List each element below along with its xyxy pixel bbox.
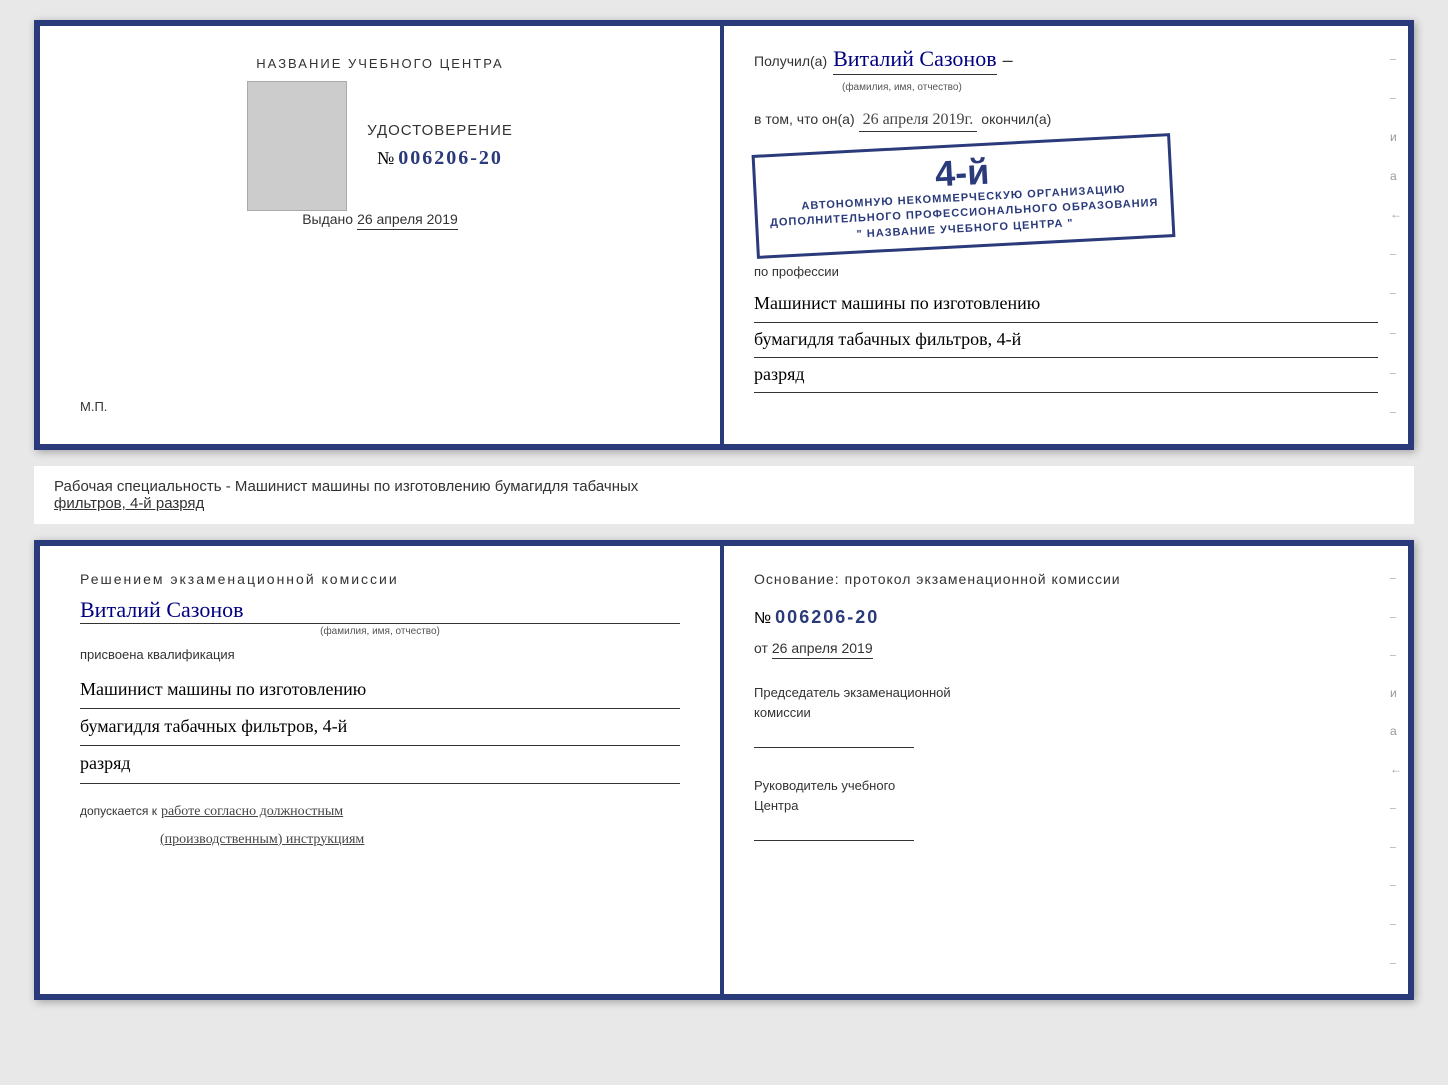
dopuskaetsya-text2: (производственным) инструкциям (160, 832, 364, 847)
profession-line2: бумагидля табачных фильтров, 4-й (754, 323, 1378, 358)
rukovoditel-label: Руководитель учебного Центра (754, 776, 1378, 815)
working-specialty-line2: фильтров, 4-й разряд (54, 495, 1394, 512)
stamp-container: 4-й АВТОНОМНУЮ НЕКОММЕРЧЕСКУЮ ОРГАНИЗАЦИ… (754, 144, 1378, 248)
specialty-text2: фильтров, 4-й разряд (54, 495, 204, 512)
cert-top-left: НАЗВАНИЕ УЧЕБНОГО ЦЕНТРА УДОСТОВЕРЕНИЕ №… (40, 26, 724, 444)
side-dashes-bottom: – – – и а ← – – – – – (1390, 546, 1402, 994)
qualification-text: Машинист машины по изготовлению бумагидл… (80, 672, 680, 784)
profession-text: Машинист машины по изготовлению бумагидл… (754, 287, 1378, 393)
resheniem-label: Решением экзаменационной комиссии (80, 571, 680, 587)
predsedatel-section: Председатель экзаменационной комиссии (754, 683, 1378, 748)
okonchil-suffix: окончил(а) (981, 111, 1051, 127)
poluchil-row: Получил(а) Виталий Сазонов – (754, 46, 1378, 75)
protocol-number: 006206-20 (775, 607, 879, 628)
training-center-label-top: НАЗВАНИЕ УЧЕБНОГО ЦЕНТРА (256, 56, 503, 71)
profession-line1: Машинист машины по изготовлению (754, 287, 1378, 322)
completion-date: 26 апреля 2019г. (859, 111, 978, 132)
number-prefix-bottom: № (754, 610, 771, 628)
cert-number-prefix: № (377, 148, 394, 169)
recipient-name-bottom: Виталий Сазонов (80, 597, 680, 623)
cert-number-section: УДОСТОВЕРЕНИЕ № 006206-20 (367, 122, 513, 170)
ot-prefix: от (754, 640, 768, 656)
mp-label: М.П. (80, 399, 107, 414)
specialty-text1: Рабочая специальность - Машинист машины … (54, 478, 638, 495)
osnovanie-label: Основание: протокол экзаменационной коми… (754, 571, 1378, 587)
qual-line2: бумагидля табачных фильтров, 4-й (80, 709, 680, 746)
qual-line3: разряд (80, 746, 680, 783)
recipient-name-top: Виталий Сазонов (833, 46, 996, 75)
poluchil-prefix: Получил(а) (754, 53, 827, 69)
dopuskaetsya-row: допускается к работе согласно должностны… (80, 804, 680, 820)
name-hint-top: (фамилия, имя, отчество) (842, 82, 962, 93)
predsedatel-label: Председатель экзаменационной комиссии (754, 683, 1378, 722)
stamp-box: 4-й АВТОНОМНУЮ НЕКОММЕРЧЕСКУЮ ОРГАНИЗАЦИ… (752, 133, 1176, 259)
cert-issued-row: Выдано 26 апреля 2019 (302, 211, 458, 230)
vydano-date: 26 апреля 2019 (357, 211, 458, 230)
dopuskaetsya-prefix: допускается к (80, 804, 157, 818)
po-professii-label: по профессии (754, 264, 1378, 279)
vtom-prefix: в том, что он(а) (754, 111, 855, 127)
cert-photo (247, 81, 347, 211)
vtom-row: в том, что он(а) 26 апреля 2019г. окончи… (754, 111, 1378, 132)
cert-bottom-left: Решением экзаменационной комиссии Витали… (40, 546, 724, 994)
udostoverenie-label: УДОСТОВЕРЕНИЕ (367, 122, 513, 139)
cert-top-right: – – и а ← – – – – – Получил(а) Виталий С… (724, 26, 1408, 444)
middle-text-section: Рабочая специальность - Машинист машины … (34, 466, 1414, 524)
ot-date: 26 апреля 2019 (772, 640, 873, 659)
name-bottom-container: Виталий Сазонов (фамилия, имя, отчество) (80, 597, 680, 637)
profession-line3: разряд (754, 358, 1378, 393)
prisvoena-label: присвоена квалификация (80, 647, 680, 662)
side-dashes-top: – – и а ← – – – – – (1390, 26, 1402, 444)
working-specialty-line1: Рабочая специальность - Машинист машины … (54, 478, 1394, 495)
dopuskaetsya-text1: работе согласно должностным (161, 804, 343, 820)
predsedatel-signature-line (754, 728, 914, 748)
certificate-bottom: Решением экзаменационной комиссии Витали… (34, 540, 1414, 1000)
cert-number: 006206-20 (398, 147, 503, 170)
cert-middle-section: УДОСТОВЕРЕНИЕ № 006206-20 (247, 81, 513, 211)
protocol-number-row: № 006206-20 (754, 607, 1378, 628)
fio-hint-bottom: (фамилия, имя, отчество) (80, 623, 680, 637)
rukovoditel-section: Руководитель учебного Центра (754, 760, 1378, 841)
dash1: – (1003, 50, 1013, 71)
rukovoditel-signature-line (754, 821, 914, 841)
cert-bottom-right: – – – и а ← – – – – – Основание: протоко… (724, 546, 1408, 994)
qual-line1: Машинист машины по изготовлению (80, 672, 680, 709)
ot-row: от 26 апреля 2019 (754, 640, 1378, 659)
certificate-top: НАЗВАНИЕ УЧЕБНОГО ЦЕНТРА УДОСТОВЕРЕНИЕ №… (34, 20, 1414, 450)
vydano-label: Выдано (302, 211, 353, 227)
